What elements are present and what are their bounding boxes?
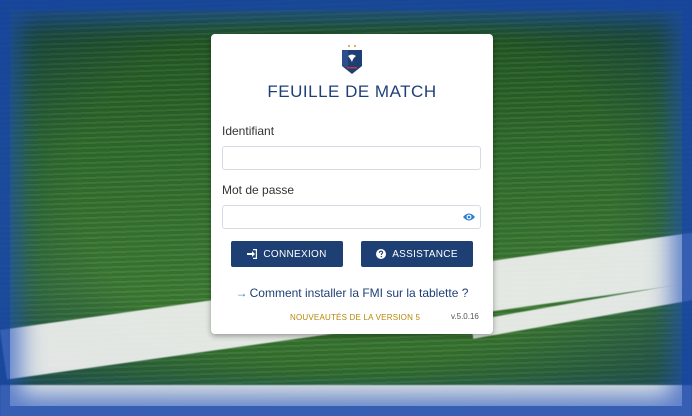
password-label: Mot de passe (222, 183, 295, 197)
install-help-link-label: Comment installer la FMI sur la tablette… (249, 286, 469, 300)
install-help-link[interactable]: → Comment installer la FMI sur la tablett… (211, 286, 493, 300)
page-title: FEUILLE DE MATCH (267, 82, 437, 101)
login-button-label: CONNEXION (263, 248, 327, 260)
version-number: v.5.0.16 (451, 312, 479, 321)
arrow-right-icon: → (235, 286, 248, 300)
assistance-button[interactable]: ASSISTANCE (361, 241, 473, 267)
pitch-line (0, 385, 692, 416)
identifier-label: Identifiant (222, 124, 275, 138)
login-card: FEUILLE DE MATCH Identifiant Mot de pass… (211, 34, 493, 334)
login-button[interactable]: CONNEXION (231, 241, 343, 267)
assistance-button-label: ASSISTANCE (392, 248, 458, 260)
version-news-link[interactable]: NOUVEAUTÉS DE LA VERSION 5 (290, 313, 420, 322)
identifier-input[interactable] (222, 146, 481, 170)
eye-icon[interactable] (462, 211, 476, 223)
fff-crest-icon (342, 45, 362, 74)
question-circle-icon (376, 249, 387, 259)
password-input[interactable] (222, 205, 481, 229)
sign-in-icon (247, 249, 258, 259)
